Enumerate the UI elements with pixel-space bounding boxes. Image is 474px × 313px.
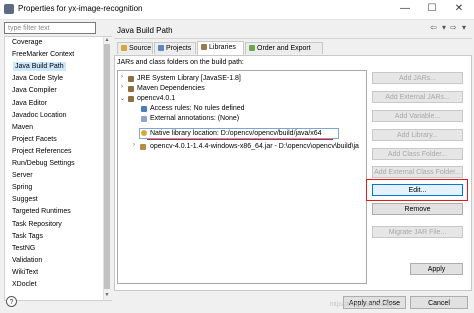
page-title: Java Build Path [117,26,173,35]
title-bar: Properties for yx-image-recognition — ☐ … [0,0,474,20]
nav-item[interactable]: Maven [12,123,33,132]
minimize-button[interactable]: — [398,2,412,16]
add-class-folder-button[interactable]: Add Class Folder... [372,148,463,160]
tree-row-opencv-jar[interactable]: opencv-4.0.1-1.4.4-windows-x86_64.jar - … [150,142,359,151]
apply-button[interactable]: Apply [410,263,463,275]
forward-arrow-icon[interactable]: ⇨ [450,23,457,32]
back-arrow-icon[interactable]: ⇦ [430,23,437,32]
expand-arrow-icon[interactable]: › [133,142,135,148]
migrate-jar-button[interactable]: Migrate JAR File... [372,226,463,238]
jar-icon [140,144,146,150]
nav-item[interactable]: Server [12,171,33,180]
expand-arrow-icon[interactable]: › [121,74,123,80]
nav-item[interactable]: Task Tags [12,232,43,241]
help-icon[interactable]: ? [6,296,17,307]
annotation-icon [141,116,147,122]
window-title: Properties for yx-image-recognition [18,4,143,13]
nav-item[interactable]: Run/Debug Settings [12,159,75,168]
divider [114,38,472,39]
library-icon [128,96,134,102]
nav-item[interactable]: Java Build Path [13,62,66,72]
tab-libraries[interactable]: Libraries [197,41,244,55]
nav-item[interactable]: Project References [12,147,72,156]
highlight-underline [147,139,333,140]
forward-menu-icon[interactable]: ▾ [462,23,466,32]
add-external-jars-button[interactable]: Add External JARs... [372,91,463,103]
collapse-arrow-icon[interactable]: ⌄ [120,95,125,102]
remove-button[interactable]: Remove [372,203,463,215]
tree-row-access-rules[interactable]: Access rules: No rules defined [150,104,245,113]
tab-source[interactable]: Source [117,42,153,54]
folder-icon [121,45,127,52]
project-icon [158,45,164,52]
tree-row-native-library[interactable]: Native library location: D:/opencv/openc… [150,129,322,138]
library-icon [128,86,134,92]
tree-row-opencv[interactable]: opencv4.0.1 [137,94,175,103]
tree-row-maven[interactable]: Maven Dependencies [137,84,205,93]
watermark: https://blog.csdn.net/qq_... [330,302,401,308]
nav-item[interactable]: Java Code Style [12,74,63,83]
nav-item[interactable]: Java Compiler [12,86,57,95]
tree-row-jre[interactable]: JRE System Library [JavaSE-1.8] [137,74,241,83]
tree-row-external-annotations[interactable]: External annotations: (None) [150,114,239,123]
native-library-icon [141,130,147,136]
nav-item[interactable]: XDoclet [12,280,37,289]
maximize-button[interactable]: ☐ [425,2,439,16]
back-menu-icon[interactable]: ▾ [442,23,446,32]
library-icon [201,44,207,51]
list-label: JARs and class folders on the build path… [117,59,244,66]
nav-item[interactable]: Task Repository [12,220,62,229]
nav-item[interactable]: TestNG [12,244,35,253]
highlight-box [366,179,468,201]
cancel-button[interactable]: Cancel [410,296,468,309]
nav-item[interactable]: WikiText [12,268,38,277]
filter-input[interactable]: type filter text [4,22,96,34]
nav-item[interactable]: FreeMarker Context [12,50,74,59]
add-jars-button[interactable]: Add JARs... [372,72,463,84]
tab-projects[interactable]: Projects [154,42,196,54]
nav-item[interactable]: Project Facets [12,135,57,144]
library-icon [128,76,134,82]
nav-item[interactable]: Javadoc Location [12,111,66,120]
scroll-up-icon[interactable]: ▲ [104,37,110,43]
window-icon [4,4,14,14]
order-icon [249,45,255,52]
tab-order-and-export[interactable]: Order and Export [245,42,323,54]
nav-item[interactable]: Validation [12,256,42,265]
add-library-button[interactable]: Add Library... [372,129,463,141]
nav-item[interactable]: Spring [12,183,32,192]
expand-arrow-icon[interactable]: › [121,84,123,90]
add-external-class-folder-button[interactable]: Add External Class Folder... [372,166,463,178]
nav-item[interactable]: Targeted Runtimes [12,207,71,216]
nav-item[interactable]: Java Editor [12,99,47,108]
add-variable-button[interactable]: Add Variable... [372,110,463,122]
scroll-down-icon[interactable]: ▼ [104,292,110,298]
nav-item[interactable]: Suggest [12,195,38,204]
rules-icon [141,106,147,112]
left-scrollbar-thumb[interactable] [104,44,110,289]
nav-item[interactable]: Coverage [12,38,42,47]
close-button[interactable]: ✕ [452,2,466,16]
